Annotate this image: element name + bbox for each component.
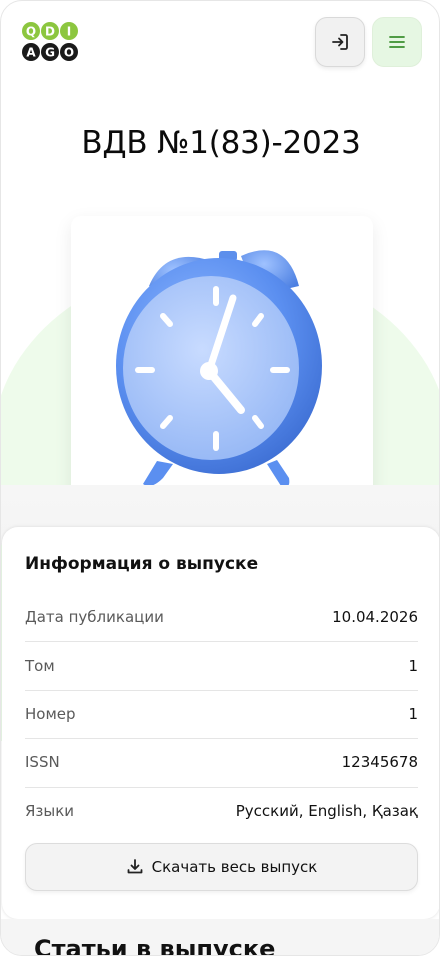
issue-info-card: Информация о выпуске Дата публикации 10.… <box>2 527 439 919</box>
info-label: Номер <box>25 705 76 723</box>
info-label: Языки <box>25 802 75 820</box>
qdiago-logo-icon: Q D I A G O <box>22 22 78 61</box>
svg-text:I: I <box>67 25 71 39</box>
alarm-clock-illustration-icon <box>116 250 322 487</box>
login-icon <box>332 34 348 50</box>
svg-text:G: G <box>45 46 55 60</box>
info-label: Том <box>25 657 55 675</box>
info-row-issn: ISSN 12345678 <box>25 738 418 786</box>
info-label: Дата публикации <box>25 608 164 626</box>
svg-text:D: D <box>45 25 55 39</box>
svg-text:A: A <box>26 46 36 60</box>
login-button[interactable] <box>315 17 365 67</box>
svg-text:O: O <box>64 46 74 60</box>
info-value: 1 <box>408 657 418 675</box>
hamburger-menu-icon <box>389 36 405 48</box>
issue-cover[interactable] <box>71 216 373 526</box>
info-heading: Информация о выпуске <box>25 554 259 574</box>
info-row-publication-date: Дата публикации 10.04.2026 <box>25 593 418 641</box>
download-issue-button[interactable]: Скачать весь выпуск <box>25 843 418 891</box>
download-label: Скачать весь выпуск <box>151 858 318 876</box>
download-icon <box>127 859 143 874</box>
app-frame: Q D I A G O ВДВ №1(83)-2023 Информация о… <box>0 0 440 956</box>
menu-button[interactable] <box>372 17 422 67</box>
svg-text:Q: Q <box>26 25 36 39</box>
info-row-languages: Языки Русский, English, Қазақ <box>25 787 418 835</box>
info-value: 10.04.2026 <box>332 608 418 626</box>
info-row-volume: Том 1 <box>25 642 418 690</box>
info-value: 1 <box>408 705 418 723</box>
header: Q D I A G O <box>1 1 439 81</box>
info-row-number: Номер 1 <box>25 690 418 738</box>
issue-title: ВДВ №1(83)-2023 <box>81 125 361 161</box>
logo[interactable]: Q D I A G O <box>21 21 83 65</box>
articles-heading: Статьи в выпуске <box>34 935 276 956</box>
info-label: ISSN <box>25 753 60 771</box>
info-value: Русский, English, Қазақ <box>235 802 418 820</box>
info-value: 12345678 <box>341 753 418 771</box>
